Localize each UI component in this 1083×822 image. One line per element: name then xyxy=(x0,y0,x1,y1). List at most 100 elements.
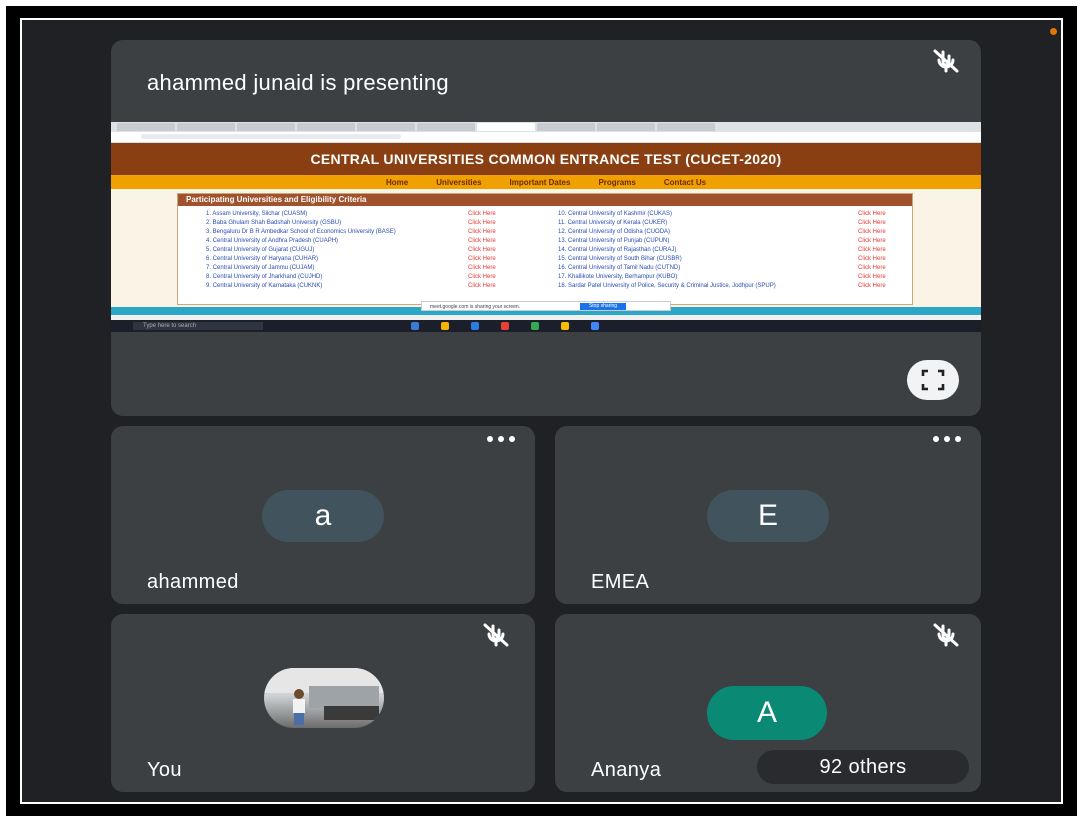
site-nav: Home Universities Important Dates Progra… xyxy=(111,175,981,189)
participant-tile-emea[interactable]: E EMEA xyxy=(555,426,981,604)
university-row: 14. Central University of Rajasthan (CUR… xyxy=(558,246,886,255)
taskbar-search: Type here to search xyxy=(133,322,263,330)
others-count-button[interactable]: 92 others xyxy=(757,750,969,784)
click-here-link: Click Here xyxy=(468,211,496,217)
site-body: Participating Universities and Eligibili… xyxy=(111,189,981,307)
university-name: 10. Central University of Kashmir (CUKAS… xyxy=(558,211,673,217)
university-row: 13. Central University of Punjab (CUPUN)… xyxy=(558,237,886,246)
fullscreen-icon xyxy=(921,369,945,391)
click-here-link: Click Here xyxy=(468,265,496,271)
university-name: 18. Sardar Patel University of Police, S… xyxy=(558,283,776,289)
university-row: 17. Khallikote University, Berhampur (KU… xyxy=(558,273,886,282)
university-name: 7. Central University of Jammu (CUJAM) xyxy=(206,265,315,271)
click-here-link: Click Here xyxy=(858,256,886,262)
participant-tile-ahammed[interactable]: a ahammed xyxy=(111,426,535,604)
university-name: 15. Central University of South Bihar (C… xyxy=(558,256,682,262)
university-row: 15. Central University of South Bihar (C… xyxy=(558,255,886,264)
os-taskbar: Type here to search xyxy=(111,320,981,332)
mic-off-icon xyxy=(933,623,959,647)
university-name: 6. Central University of Haryana (CUHAR) xyxy=(206,256,319,262)
participant-name: You xyxy=(147,759,182,781)
app-icon xyxy=(561,322,569,330)
click-here-link: Click Here xyxy=(468,238,496,244)
fullscreen-button[interactable] xyxy=(907,360,959,400)
university-row: 11. Central University of Kerala (CUKER)… xyxy=(558,219,886,228)
site-footer: meet.google.com is sharing your screen. … xyxy=(111,301,981,315)
more-options-button[interactable] xyxy=(933,436,961,442)
click-here-link: Click Here xyxy=(858,283,886,289)
app-icon xyxy=(441,322,449,330)
university-name: 5. Central University of Gujarat (CUGUJ) xyxy=(206,247,315,253)
recording-indicator xyxy=(1050,28,1057,35)
app-icon xyxy=(531,322,539,330)
university-row: 7. Central University of Jammu (CUJAM) Cl… xyxy=(206,264,496,273)
university-row: 16. Central University of Tamil Nadu (CU… xyxy=(558,264,886,273)
university-row: 3. Bengaluru Dr B R Ambedkar School of E… xyxy=(206,228,496,237)
share-banner: meet.google.com is sharing your screen. … xyxy=(421,301,671,311)
app-icon xyxy=(411,322,419,330)
participant-tile-you[interactable]: You xyxy=(111,614,535,792)
university-name: 13. Central University of Punjab (CUPUN) xyxy=(558,238,670,244)
university-name: 17. Khallikote University, Berhampur (KU… xyxy=(558,274,678,280)
participant-tile-ananya[interactable]: A Ananya 92 others xyxy=(555,614,981,792)
universities-right-list: 10. Central University of Kashmir (CUKAS… xyxy=(558,210,886,291)
university-row: 2. Baba Ghulam Shah Badshah University (… xyxy=(206,219,496,228)
panel-title: Participating Universities and Eligibili… xyxy=(178,194,912,206)
site-nav-item: Contact Us xyxy=(663,177,707,187)
university-row: 18. Sardar Patel University of Police, S… xyxy=(558,282,886,291)
university-name: 11. Central University of Kerala (CUKER) xyxy=(558,220,668,226)
university-row: 5. Central University of Gujarat (CUGUJ)… xyxy=(206,246,496,255)
avatar: E xyxy=(707,490,829,542)
avatar: A xyxy=(707,686,827,740)
click-here-link: Click Here xyxy=(858,229,886,235)
app-icon xyxy=(591,322,599,330)
site-nav-item: Programs xyxy=(598,177,636,187)
click-here-link: Click Here xyxy=(468,229,496,235)
university-name: 4. Central University of Andhra Pradesh … xyxy=(206,238,339,244)
site-nav-item: Universities xyxy=(436,177,482,187)
university-name: 14. Central University of Rajasthan (CUR… xyxy=(558,247,677,253)
university-row: 4. Central University of Andhra Pradesh … xyxy=(206,237,496,246)
click-here-link: Click Here xyxy=(468,274,496,280)
university-row: 10. Central University of Kashmir (CUKAS… xyxy=(558,210,886,219)
click-here-link: Click Here xyxy=(468,220,496,226)
participant-name: Ananya xyxy=(591,759,662,781)
click-here-link: Click Here xyxy=(468,247,496,253)
browser-tabs xyxy=(111,122,981,132)
university-name: 1. Assam University, Silchar (CUASM) xyxy=(206,211,308,217)
more-options-button[interactable] xyxy=(487,436,515,442)
university-name: 9. Central University of Karnataka (CUKN… xyxy=(206,283,323,289)
app-icon xyxy=(471,322,479,330)
participant-name: EMEA xyxy=(591,571,650,593)
universities-panel: Participating Universities and Eligibili… xyxy=(177,193,913,305)
universities-left-list: 1. Assam University, Silchar (CUASM) Clic… xyxy=(206,210,496,291)
click-here-link: Click Here xyxy=(858,220,886,226)
university-row: 12. Central University of Odisha (CUODA)… xyxy=(558,228,886,237)
university-name: 2. Baba Ghulam Shah Badshah University (… xyxy=(206,220,342,226)
window-frame: ahammed junaid is presenting CENTRAL UNI… xyxy=(6,6,1077,816)
avatar-photo xyxy=(264,668,384,728)
share-banner-text: meet.google.com is sharing your screen. xyxy=(430,304,521,310)
click-here-link: Click Here xyxy=(858,238,886,244)
click-here-link: Click Here xyxy=(468,283,496,289)
site-nav-item: Home xyxy=(385,177,409,187)
click-here-link: Click Here xyxy=(468,256,496,262)
meet-grid: ahammed junaid is presenting CENTRAL UNI… xyxy=(20,18,1063,804)
stop-sharing-button: Stop sharing xyxy=(580,303,626,310)
mic-off-icon xyxy=(483,623,509,647)
avatar: a xyxy=(262,490,384,542)
university-row: 9. Central University of Karnataka (CUKN… xyxy=(206,282,496,291)
mic-off-icon xyxy=(933,49,959,73)
site-nav-item: Important Dates xyxy=(509,177,571,187)
participant-name: ahammed xyxy=(147,571,239,593)
click-here-link: Click Here xyxy=(858,274,886,280)
presentation-tile[interactable]: ahammed junaid is presenting CENTRAL UNI… xyxy=(111,40,981,416)
university-row: 1. Assam University, Silchar (CUASM) Clic… xyxy=(206,210,496,219)
university-name: 16. Central University of Tamil Nadu (CU… xyxy=(558,265,681,271)
site-title: CENTRAL UNIVERSITIES COMMON ENTRANCE TES… xyxy=(111,143,981,175)
university-name: 12. Central University of Odisha (CUODA) xyxy=(558,229,671,235)
university-row: 6. Central University of Haryana (CUHAR)… xyxy=(206,255,496,264)
shared-screen: CENTRAL UNIVERSITIES COMMON ENTRANCE TES… xyxy=(111,122,981,332)
click-here-link: Click Here xyxy=(858,247,886,253)
presenter-title: ahammed junaid is presenting xyxy=(147,70,449,95)
